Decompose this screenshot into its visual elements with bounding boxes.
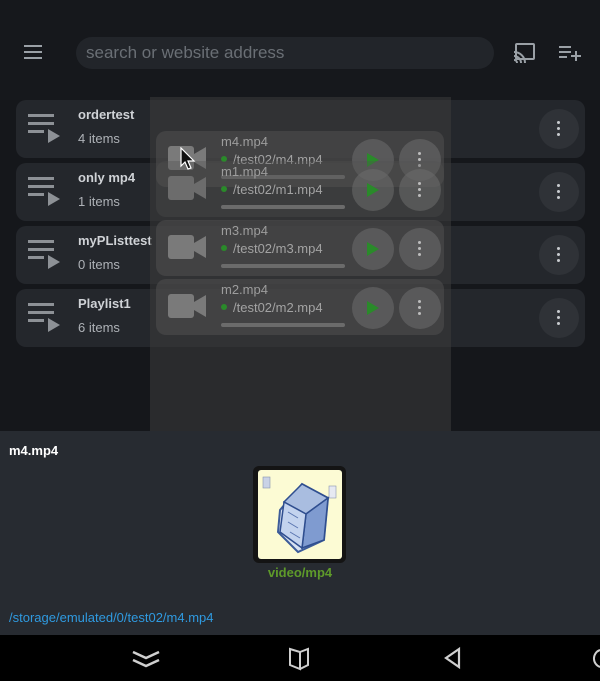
playlist-add-icon[interactable] [558,42,582,64]
play-button[interactable] [352,169,394,211]
home-cube-icon[interactable] [285,643,315,673]
status-dot [221,186,227,192]
thumbnail-image [262,476,337,554]
media-path: /test02/m1.mp4 [233,182,323,197]
playlist-count: 0 items [78,257,120,272]
media-item[interactable]: m1.mp4 /test02/m1.mp4 [156,161,444,217]
media-item[interactable]: m3.mp4 /test02/m3.mp4 [156,220,444,276]
more-vertical-icon[interactable] [539,235,579,275]
playlist-name: Playlist1 [78,296,131,311]
media-path: /test02/m3.mp4 [233,241,323,256]
playlist-count: 6 items [78,320,120,335]
mime-type-label: video/mp4 [267,565,333,580]
playlist-play-icon [26,238,62,272]
status-dot [221,304,227,310]
video-camera-icon [168,293,208,319]
play-icon [367,183,379,197]
more-vertical-icon[interactable] [539,109,579,149]
more-vertical-icon[interactable] [399,228,441,270]
playlist-name: ordertest [78,107,135,122]
playlist-play-icon [26,301,62,335]
detail-title: m4.mp4 [9,443,59,458]
video-camera-icon [168,234,208,260]
progress-bar [221,323,345,327]
playlist-play-icon [26,112,62,146]
media-title: m3.mp4 [221,223,268,238]
file-path-link[interactable]: /storage/emulated/0/test02/m4.mp4 [9,610,214,625]
media-title: m1.mp4 [221,164,268,179]
play-button[interactable] [352,228,394,270]
play-icon [367,242,379,256]
search-input[interactable]: search or website address [76,37,494,69]
play-button[interactable] [352,287,394,329]
play-icon [367,301,379,315]
playlist-name: only mp4 [78,170,136,185]
back-triangle-icon[interactable] [439,643,469,673]
playlist-name: myPListtest [78,233,152,248]
progress-bar [221,205,345,209]
media-item[interactable]: m2.mp4 /test02/m2.mp4 [156,279,444,335]
more-vertical-icon[interactable] [539,298,579,338]
chevron-double-down-icon[interactable] [131,643,161,673]
playlist-count: 4 items [78,131,120,146]
playlist-count: 1 items [78,194,120,209]
media-title: m4.mp4 [221,134,268,149]
more-vertical-icon[interactable] [539,172,579,212]
playlist-play-icon [26,175,62,209]
video-thumbnail[interactable] [253,466,346,563]
partial-nav-icon [592,643,600,673]
progress-bar [221,264,345,268]
more-vertical-icon[interactable] [399,287,441,329]
menu-icon[interactable] [22,42,46,64]
more-vertical-icon[interactable] [399,169,441,211]
media-path: /test02/m2.mp4 [233,300,323,315]
video-camera-icon [168,175,208,201]
media-title: m2.mp4 [221,282,268,297]
cast-icon[interactable] [512,42,536,64]
top-bar: search or website address [0,0,600,100]
status-dot [221,245,227,251]
mouse-cursor-icon [180,146,196,171]
media-detail-sheet: m4.mp4 video/mp4 /storage/emulated/0/tes… [0,431,600,635]
system-nav-bar [0,635,600,681]
